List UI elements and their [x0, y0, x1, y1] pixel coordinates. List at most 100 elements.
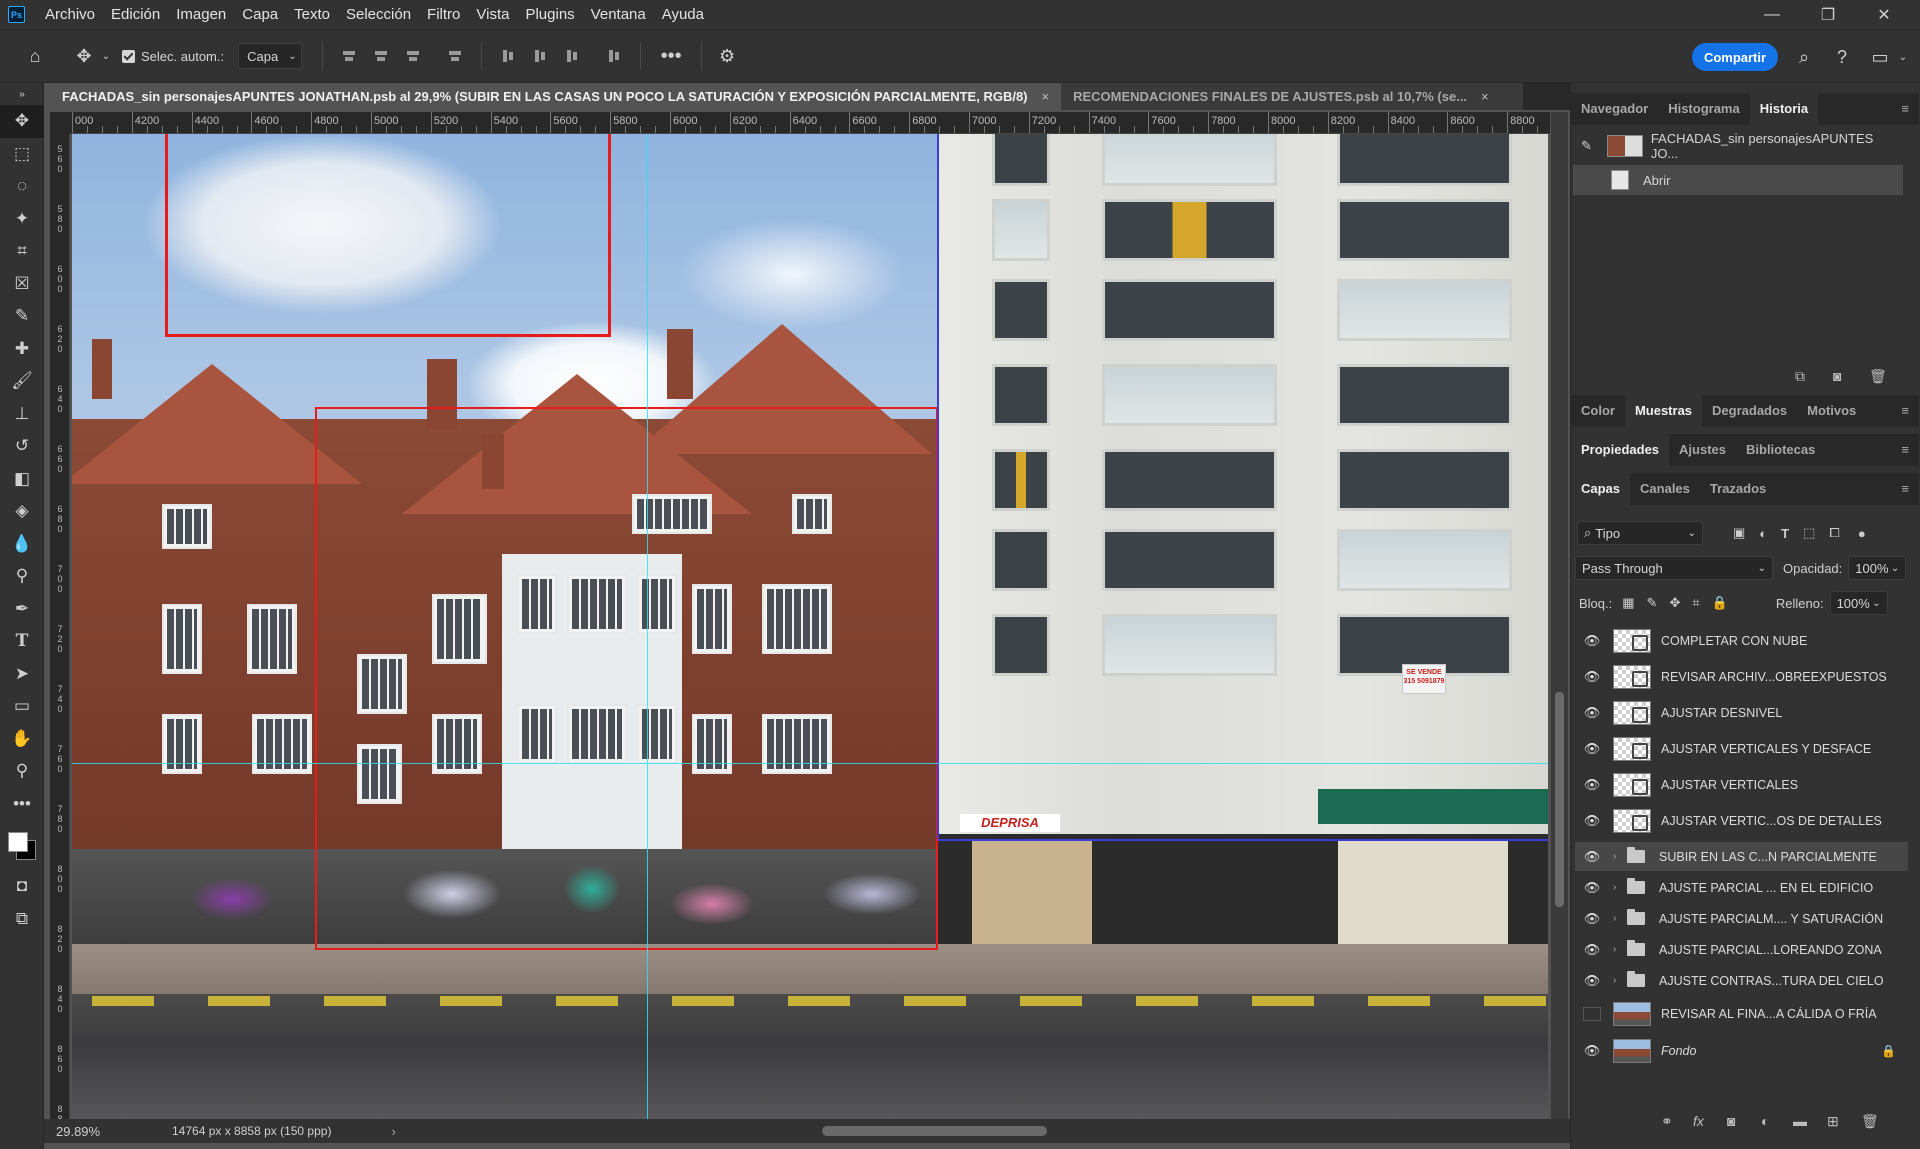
- menu-item[interactable]: Imagen: [168, 0, 234, 29]
- paint-bucket-tool-icon[interactable]: ◈: [0, 495, 44, 528]
- fill-field[interactable]: 100% ⌄: [1829, 591, 1888, 615]
- tab-swatches[interactable]: Muestras: [1624, 395, 1703, 427]
- status-menu-arrow[interactable]: ›: [391, 1124, 395, 1139]
- collapse-toolbar-icon[interactable]: »: [0, 83, 44, 105]
- eye-icon[interactable]: 👁: [1583, 669, 1601, 685]
- layer-style-icon[interactable]: fx: [1693, 1113, 1704, 1129]
- layer-filter-dropdown[interactable]: ⌕ Tipo ⌄: [1577, 521, 1703, 545]
- menu-item[interactable]: Filtro: [419, 0, 468, 29]
- brush-tool-icon[interactable]: 🖌: [0, 365, 44, 398]
- menu-item[interactable]: Edición: [103, 0, 168, 29]
- workspace-icon[interactable]: ▭: [1868, 43, 1892, 71]
- zoom-level[interactable]: 29.89%: [56, 1124, 116, 1139]
- tab-properties[interactable]: Propiedades: [1571, 434, 1670, 466]
- menu-item[interactable]: Ventana: [583, 0, 654, 29]
- layer-row[interactable]: REVISAR AL FINA...A CÁLIDA O FRÍA: [1575, 999, 1908, 1028]
- magic-wand-tool-icon[interactable]: ✦: [0, 203, 44, 236]
- image-filter-icon[interactable]: ▣: [1733, 525, 1745, 541]
- align-center-icon[interactable]: [373, 48, 389, 64]
- tab-paths[interactable]: Trazados: [1700, 473, 1776, 505]
- chevron-right-icon[interactable]: ›: [1613, 944, 1623, 955]
- tab-navigator[interactable]: Navegador: [1571, 93, 1658, 125]
- history-brush-tool-icon[interactable]: ↺: [0, 430, 44, 463]
- chevron-down-icon[interactable]: ⌄: [1896, 43, 1910, 71]
- document-tab-active[interactable]: FACHADAS_sin personajesAPUNTES JONATHAN.…: [50, 83, 1062, 110]
- align-bottom-icon[interactable]: [564, 48, 580, 64]
- layer-row[interactable]: 👁 Fondo 🔒: [1575, 1036, 1908, 1065]
- auto-select-checkbox[interactable]: Selec. autom.:: [122, 49, 224, 64]
- quick-mask-icon[interactable]: ◘: [0, 870, 44, 903]
- new-layer-icon[interactable]: ⊞: [1827, 1113, 1839, 1130]
- layer-row[interactable]: 👁 AJUSTAR VERTICALES: [1575, 770, 1908, 799]
- add-mask-icon[interactable]: ◙: [1727, 1113, 1735, 1129]
- layer-row[interactable]: 👁 COMPLETAR CON NUBE: [1575, 626, 1908, 655]
- tab-gradients[interactable]: Degradados: [1702, 395, 1797, 427]
- help-icon[interactable]: ?: [1830, 43, 1854, 71]
- tab-libraries[interactable]: Bibliotecas: [1736, 434, 1825, 466]
- vertical-guide[interactable]: [647, 134, 648, 1119]
- filter-toggle-icon[interactable]: ●: [1858, 526, 1866, 541]
- layer-group-row[interactable]: 👁 › SUBIR EN LAS C...N PARCIALMENTE: [1575, 842, 1908, 871]
- zoom-tool-icon[interactable]: ⚲: [0, 755, 44, 788]
- lock-transparent-icon[interactable]: ▦: [1622, 595, 1634, 611]
- vertical-scrollbar[interactable]: [1551, 112, 1568, 1122]
- eye-icon[interactable]: 👁: [1583, 813, 1601, 829]
- eye-icon[interactable]: 👁: [1583, 1043, 1601, 1059]
- layer-group-row[interactable]: 👁 › AJUSTE CONTRAS...TURA DEL CIELO: [1575, 966, 1908, 995]
- clone-stamp-tool-icon[interactable]: ⊥: [0, 398, 44, 431]
- tab-history[interactable]: Historia: [1749, 93, 1819, 125]
- new-document-from-state-icon[interactable]: ⧉: [1795, 368, 1805, 385]
- align-left-icon[interactable]: [341, 48, 357, 64]
- align-top-icon[interactable]: [500, 48, 516, 64]
- link-layers-icon[interactable]: ⚭: [1661, 1113, 1673, 1130]
- layer-group-row[interactable]: 👁 › AJUSTE PARCIAL...LOREANDO ZONA: [1575, 935, 1908, 964]
- eye-icon[interactable]: 👁: [1583, 849, 1601, 865]
- blend-mode-dropdown[interactable]: Pass Through ⌄: [1575, 556, 1773, 580]
- layer-row[interactable]: 👁 REVISAR ARCHIV...OBREEXPUESTOS: [1575, 662, 1908, 691]
- panel-menu-icon[interactable]: ≡: [1901, 101, 1909, 116]
- frame-tool-icon[interactable]: ☒: [0, 268, 44, 301]
- chevron-down-icon[interactable]: ⌄: [98, 51, 114, 62]
- auto-select-target-dropdown[interactable]: Capa ⌄: [238, 43, 303, 69]
- close-icon[interactable]: ×: [1042, 89, 1050, 104]
- scrollbar-thumb[interactable]: [822, 1126, 1047, 1136]
- screen-mode-icon[interactable]: ⧉: [0, 903, 44, 936]
- chevron-right-icon[interactable]: ›: [1613, 913, 1623, 924]
- new-group-icon[interactable]: ▬: [1793, 1113, 1807, 1129]
- document-tab[interactable]: RECOMENDACIONES FINALES DE AJUSTES.psb a…: [1061, 83, 1524, 110]
- camera-icon[interactable]: ◙: [1833, 368, 1841, 384]
- healing-brush-tool-icon[interactable]: ✚: [0, 333, 44, 366]
- panel-menu-icon[interactable]: ≡: [1901, 403, 1909, 418]
- chevron-right-icon[interactable]: ›: [1613, 851, 1623, 862]
- history-state[interactable]: Abrir: [1573, 165, 1903, 195]
- dodge-tool-icon[interactable]: ⚲: [0, 560, 44, 593]
- move-tool-icon[interactable]: ✥: [70, 46, 98, 67]
- align-right-icon[interactable]: [405, 48, 421, 64]
- layer-row[interactable]: 👁 AJUSTAR VERTICALES Y DESFACE: [1575, 734, 1908, 763]
- menu-item[interactable]: Selección: [338, 0, 419, 29]
- foreground-color-swatch[interactable]: [8, 832, 28, 852]
- panel-menu-icon[interactable]: ≡: [1901, 481, 1909, 496]
- trash-icon[interactable]: 🗑: [1861, 1113, 1879, 1130]
- adjustment-filter-icon[interactable]: ◐: [1759, 526, 1767, 541]
- distribute-icon[interactable]: [447, 48, 463, 64]
- align-middle-icon[interactable]: [532, 48, 548, 64]
- eye-icon[interactable]: 👁: [1583, 777, 1601, 793]
- distribute-vertical-icon[interactable]: [606, 48, 622, 64]
- gear-icon[interactable]: ⚙: [712, 46, 742, 67]
- menu-item[interactable]: Capa: [234, 0, 286, 29]
- more-options-icon[interactable]: •••: [651, 45, 691, 68]
- scrollbar-thumb[interactable]: [1555, 692, 1564, 907]
- marquee-tool-icon[interactable]: ⬚: [0, 138, 44, 171]
- document-canvas[interactable]: DEPRISA SE VENDE 315 5091879: [72, 134, 1548, 1119]
- layer-group-row[interactable]: 👁 › AJUSTE PARCIAL ... EN EL EDIFICIO: [1575, 873, 1908, 902]
- home-icon[interactable]: ⌂: [0, 46, 70, 67]
- color-swatches[interactable]: [0, 820, 44, 870]
- eye-icon[interactable]: 👁: [1583, 911, 1601, 927]
- menu-item[interactable]: Ayuda: [654, 0, 712, 29]
- lock-pixels-icon[interactable]: ✎: [1647, 595, 1658, 611]
- lasso-tool-icon[interactable]: ◌: [0, 170, 44, 203]
- move-tool-icon[interactable]: ✥: [0, 105, 44, 138]
- hand-tool-icon[interactable]: ✋: [0, 723, 44, 756]
- chevron-right-icon[interactable]: ›: [1613, 882, 1623, 893]
